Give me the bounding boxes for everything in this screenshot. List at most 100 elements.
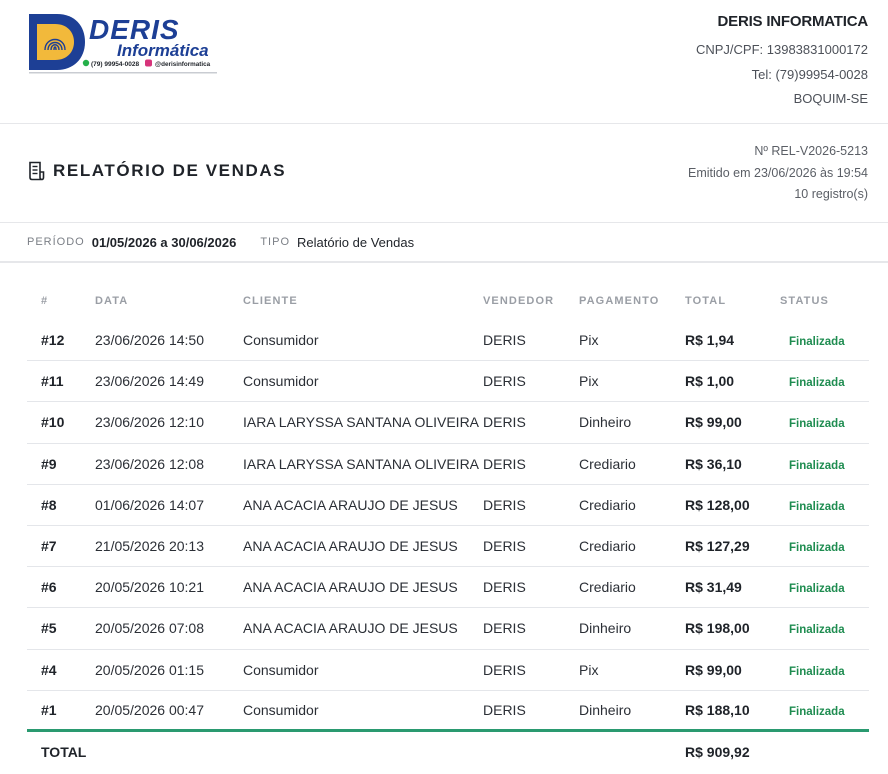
cell-id: #7 [41,538,57,555]
cell-payment: Dinheiro [579,701,632,718]
cell-status: Finalizada [780,414,869,430]
cell-seller: DERIS [483,455,526,472]
report-title-text: RELATÓRIO DE VENDAS [53,161,287,180]
cell-total: R$ 127,29 [685,538,750,555]
table-header: # DATA CLIENTE VENDEDOR PAGAMENTO TOTAL … [27,282,869,320]
report-meta: Nº REL-V2026-5213 Emitido em 23/06/2026 … [688,141,868,206]
cell-payment: Dinheiro [579,620,632,637]
company-city: BOQUIM-SE [793,91,868,106]
company-name: DERIS INFORMATICA [717,13,869,30]
status-badge: Finalizada [789,500,845,513]
column-header-date: DATA [95,295,129,307]
cell-seller: DERIS [483,496,526,513]
company-document: CNPJ/CPF: 13983831000172 [695,42,868,57]
cell-date: 20/05/2026 00:47 [95,701,204,718]
company-phone: Tel: (79)99954-0028 [751,66,868,82]
cell-payment: Crediario [579,496,636,513]
column-header-status: STATUS [780,295,829,307]
table-row: #12 23/06/2026 14:50 Consumidor DERIS Pix R$ … [27,320,869,362]
cell-client: IARA LARYSSA SANTANA OLIVEIRA [243,414,480,431]
cell-date: 20/05/2026 07:08 [95,620,204,637]
period-label: PERÍODO [27,236,85,248]
cell-id: #8 [41,496,57,513]
report-record-count: 10 registro(s) [794,187,868,201]
status-badge: Finalizada [789,583,845,596]
cell-seller: DERIS [483,579,526,596]
table-row: #10 23/06/2026 12:10 IARA LARYSSA SANTANA … [27,402,869,444]
status-badge: Finalizada [789,624,845,637]
cell-status: Finalizada [780,662,869,678]
report-number: Nº REL-V2026-5213 [754,144,868,158]
cell-date: 21/05/2026 20:13 [95,538,204,555]
table-row: #7 21/05/2026 20:13 ANA ACACIA ARAUJO DE J… [27,526,869,568]
svg-text:@derisinformatica: @derisinformatica [155,61,211,68]
status-badge: Finalizada [789,665,845,678]
cell-id: #6 [41,579,57,596]
cell-id: #12 [41,332,65,349]
receipt-icon [29,161,45,181]
cell-total: R$ 36,10 [685,455,742,472]
status-badge: Finalizada [789,336,845,349]
cell-date: 01/06/2026 14:07 [95,496,204,513]
table-total-row: TOTAL R$ 909,92 [27,732,869,772]
cell-client: IARA LARYSSA SANTANA OLIVEIRA [243,455,480,472]
cell-total: R$ 99,00 [685,661,742,678]
status-badge: Finalizada [789,418,845,431]
type-label: TIPO [260,236,290,248]
table-row: #11 23/06/2026 14:49 Consumidor DERIS Pix R$ … [27,361,869,403]
cell-seller: DERIS [483,620,526,637]
sales-table: # DATA CLIENTE VENDEDOR PAGAMENTO TOTAL … [27,282,869,772]
column-header-total: TOTAL [685,295,727,307]
cell-client: ANA ACACIA ARAUJO DE JESUS [243,579,458,596]
type-value: Relatório de Vendas [297,234,415,250]
cell-status: Finalizada [780,702,869,718]
cell-seller: DERIS [483,332,526,349]
cell-payment: Pix [579,332,599,349]
cell-date: 20/05/2026 10:21 [95,579,204,596]
cell-client: Consumidor [243,332,319,349]
table-row: #1 20/05/2026 00:47 Consumidor DERIS Dinheir… [27,691,869,732]
cell-seller: DERIS [483,538,526,555]
cell-total: R$ 128,00 [685,496,750,513]
report-issued-date: Emitido em 23/06/2026 às 19:54 [688,165,868,180]
status-badge: Finalizada [789,705,845,718]
period-value: 01/05/2026 a 30/06/2026 [91,234,237,250]
status-badge: Finalizada [789,459,845,472]
cell-total: R$ 99,00 [685,414,742,431]
cell-total: R$ 31,49 [685,579,742,596]
cell-date: 23/06/2026 12:10 [95,414,204,431]
cell-client: Consumidor [243,661,319,678]
cell-payment: Crediario [579,455,636,472]
cell-id: #10 [41,414,65,431]
cell-total: R$ 188,10 [685,701,750,718]
cell-status: Finalizada [780,332,869,348]
company-info: DERIS INFORMATICA CNPJ/CPF: 139838310001… [696,12,868,112]
deris-logo: DERIS Informática (79) 99954-0028 @deris… [27,12,219,74]
svg-text:Informática: Informática [117,41,209,60]
cell-status: Finalizada [780,579,869,595]
total-label: TOTAL [41,743,87,760]
cell-id: #4 [41,661,57,678]
total-value: R$ 909,92 [685,743,750,760]
cell-client: ANA ACACIA ARAUJO DE JESUS [243,496,458,513]
report-filters: PERÍODO 01/05/2026 a 30/06/2026 TIPO Rel… [0,223,888,263]
table-row: #5 20/05/2026 07:08 ANA ACACIA ARAUJO DE J… [27,608,869,650]
cell-total: R$ 1,00 [685,373,735,390]
cell-status: Finalizada [780,456,869,472]
table-row: #4 20/05/2026 01:15 Consumidor DERIS Pix R$ 9… [27,650,869,691]
cell-date: 20/05/2026 01:15 [95,661,204,678]
cell-date: 23/06/2026 12:08 [95,455,204,472]
column-header-seller: VENDEDOR [483,295,555,307]
cell-client: Consumidor [243,373,319,390]
cell-payment: Pix [579,661,599,678]
status-badge: Finalizada [789,377,845,390]
table-body: #12 23/06/2026 14:50 Consumidor DERIS Pix R$ … [27,320,869,732]
cell-seller: DERIS [483,414,526,431]
cell-seller: DERIS [483,701,526,718]
column-header-id: # [41,295,49,307]
column-header-client: CLIENTE [243,295,298,307]
report-title: RELATÓRIO DE VENDAS [27,161,286,181]
cell-client: ANA ACACIA ARAUJO DE JESUS [243,620,458,637]
cell-id: #1 [41,701,57,718]
cell-status: Finalizada [780,497,869,513]
